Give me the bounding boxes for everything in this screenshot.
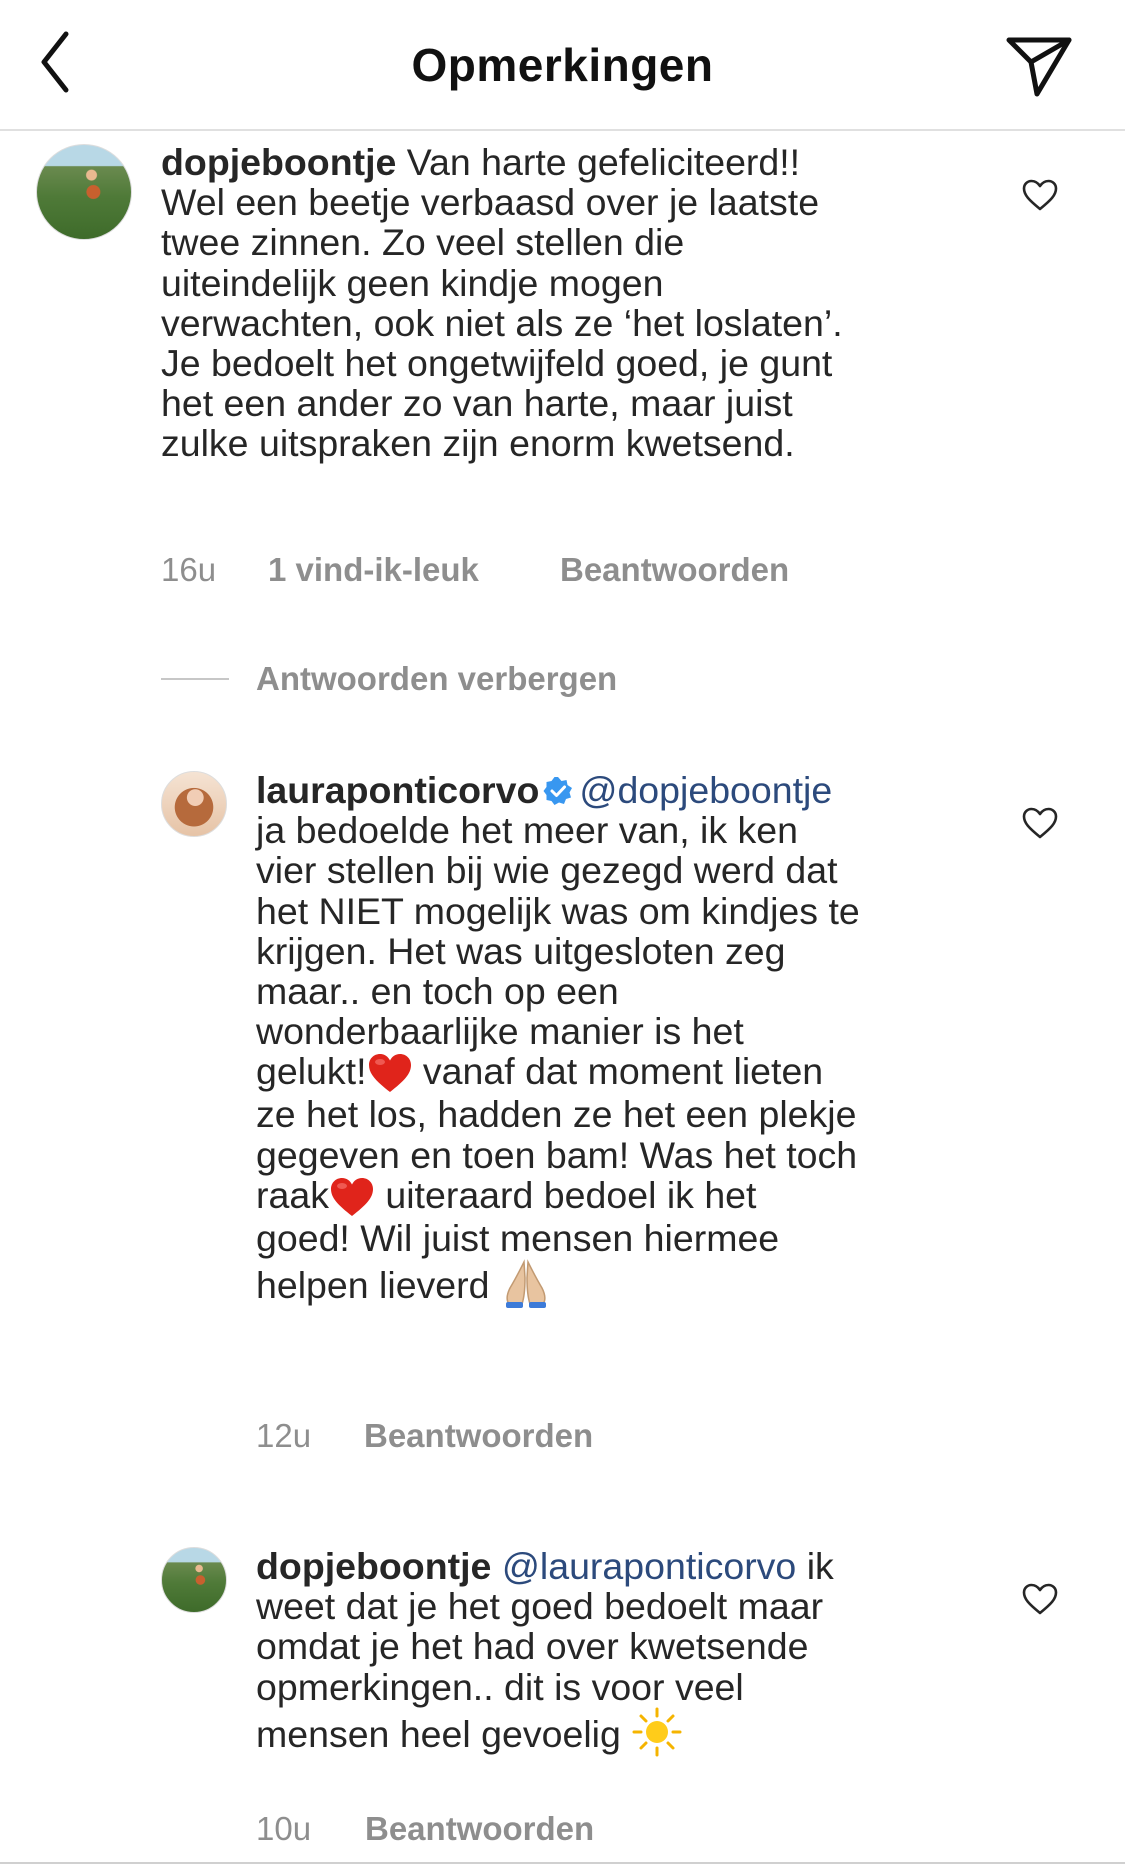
- like-button[interactable]: [1021, 1582, 1059, 1616]
- folded-hands-emoji: [505, 1259, 546, 1309]
- comment-text: lauraponticorvo @dopjeboontje ja bedoelde…: [256, 769, 996, 1309]
- avatar[interactable]: [161, 1547, 227, 1613]
- avatar[interactable]: [36, 144, 132, 240]
- page-title: Opmerkingen: [411, 39, 714, 91]
- comment-username[interactable]: lauraponticorvo: [256, 769, 539, 811]
- heart-outline-icon: [1022, 179, 1058, 211]
- divider-line: [161, 678, 229, 680]
- likes-count[interactable]: 1 vind-ik-leuk: [268, 551, 479, 589]
- comment-time: 10u: [256, 1810, 312, 1847]
- comment-text: dopjeboontje @lauraponticorvo ik weet da…: [256, 1546, 996, 1757]
- reply-button[interactable]: Beantwoorden: [365, 1810, 594, 1848]
- share-button[interactable]: [1003, 32, 1075, 100]
- comment-meta: 16u 1 vind-ik-leuk Beantwoorden: [161, 551, 789, 589]
- comment-username[interactable]: dopjeboontje: [161, 141, 396, 183]
- red-heart-emoji: [330, 1177, 373, 1216]
- hide-replies-label[interactable]: Antwoorden verbergen: [256, 660, 617, 698]
- comment-time: 16u: [161, 551, 217, 588]
- header-bar: Opmerkingen: [0, 0, 1125, 131]
- verified-badge-icon: [543, 777, 573, 805]
- heart-outline-icon: [1022, 807, 1058, 839]
- reply-button[interactable]: Beantwoorden: [364, 1417, 593, 1455]
- heart-outline-icon: [1022, 1583, 1058, 1615]
- reply-button[interactable]: Beantwoorden: [560, 551, 789, 589]
- avatar[interactable]: [161, 771, 227, 837]
- comment-text: dopjeboontje Van harte gefeliciteerd!! W…: [161, 142, 981, 464]
- comment-body: Van harte gefeliciteerd!! Wel een beetje…: [161, 141, 843, 465]
- like-button[interactable]: [1021, 178, 1059, 212]
- mention-link[interactable]: @lauraponticorvo: [502, 1545, 796, 1587]
- red-heart-emoji: [368, 1054, 411, 1093]
- comment-meta: 12u Beantwoorden: [256, 1417, 593, 1455]
- paper-plane-icon: [1006, 37, 1072, 97]
- mention-link[interactable]: @dopjeboontje: [579, 769, 832, 811]
- sun-emoji: [632, 1707, 682, 1757]
- comment-username[interactable]: dopjeboontje: [256, 1545, 491, 1587]
- comment-time: 12u: [256, 1417, 312, 1454]
- comment-meta: 10u Beantwoorden: [256, 1810, 594, 1848]
- like-button[interactable]: [1021, 806, 1059, 840]
- bottom-divider: [0, 1862, 1125, 1864]
